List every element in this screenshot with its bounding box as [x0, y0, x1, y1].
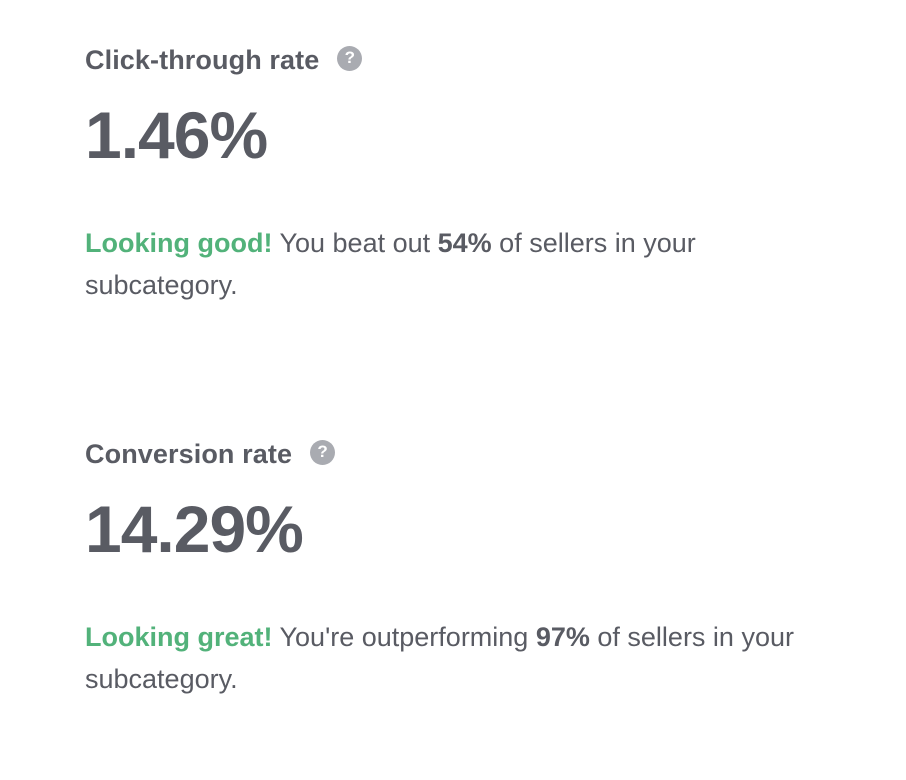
metric-value: 1.46%: [85, 98, 268, 172]
message-text: You're outperforming: [272, 622, 536, 652]
metric-header: Conversion rate ?: [85, 434, 845, 474]
status-highlight: Looking good!: [85, 228, 273, 258]
metric-title: Conversion rate: [85, 438, 293, 469]
help-icon[interactable]: ?: [310, 439, 336, 465]
click-through-rate-metric: Click-through rate ? 1.46% Looking good!…: [85, 40, 845, 306]
metric-message: Looking great! You're outperforming 97% …: [85, 616, 815, 700]
help-icon[interactable]: ?: [337, 45, 363, 71]
metric-header: Click-through rate ?: [85, 40, 845, 80]
percentile-value: 54%: [437, 228, 492, 258]
conversion-rate-metric: Conversion rate ? 14.29% Looking great! …: [85, 434, 845, 700]
metric-message: Looking good! You beat out 54% of seller…: [85, 222, 815, 306]
percentile-value: 97%: [535, 622, 590, 652]
message-text: You beat out: [272, 228, 438, 258]
metric-title: Click-through rate: [85, 44, 320, 75]
metric-value: 14.29%: [85, 492, 304, 566]
status-highlight: Looking great!: [85, 622, 273, 652]
